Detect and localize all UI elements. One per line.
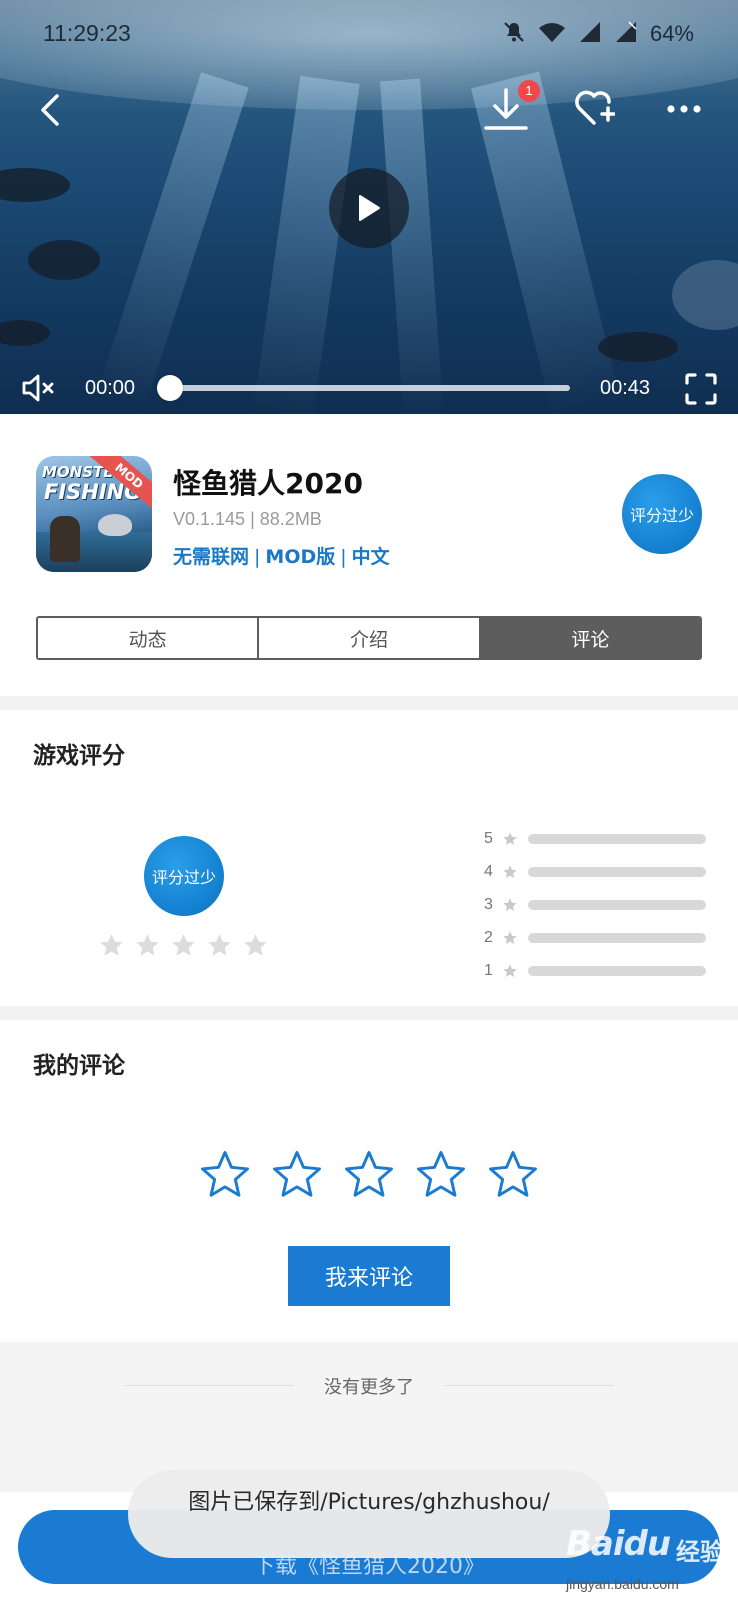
star-icon <box>134 932 161 963</box>
play-icon <box>359 195 380 221</box>
app-icon-fish <box>98 514 132 536</box>
rating-bar <box>527 965 706 976</box>
star-icon <box>242 932 269 963</box>
download-count-badge: 1 <box>518 80 540 102</box>
status-icons: 64% <box>502 20 694 48</box>
fullscreen-button[interactable] <box>682 370 720 408</box>
rate-star-icon[interactable] <box>198 1148 252 1206</box>
average-stars <box>98 932 269 963</box>
duration-time: 00:43 <box>600 377 651 399</box>
fish-shape <box>28 240 100 280</box>
rating-row-label: 3 <box>484 895 493 913</box>
tab-intro[interactable]: 介绍 <box>259 618 481 658</box>
write-comment-button[interactable]: 我来评论 <box>288 1246 450 1306</box>
tag-chinese: 中文 <box>351 546 390 568</box>
fish-shape <box>672 260 738 330</box>
star-icon <box>206 932 233 963</box>
baidu-watermark: Baidu 经验 jingyan.baidu.com <box>566 1524 736 1600</box>
progress-thumb[interactable] <box>157 375 183 401</box>
game-rating-title: 游戏评分 <box>33 743 125 769</box>
progress-bar[interactable] <box>157 375 570 401</box>
my-comment-title: 我的评论 <box>33 1053 125 1079</box>
no-more-text: 没有更多了 <box>324 1377 414 1398</box>
rating-row-5: 5 <box>484 822 706 855</box>
rate-star-icon[interactable] <box>414 1148 468 1206</box>
star-icon <box>502 963 518 979</box>
rating-row-label: 4 <box>484 862 493 880</box>
back-icon <box>41 94 59 126</box>
fish-shape <box>0 320 50 346</box>
mute-icon <box>22 374 54 402</box>
play-button[interactable] <box>329 168 409 248</box>
rating-bar <box>527 833 706 844</box>
rating-breakdown: 5 4 3 2 1 <box>484 822 706 987</box>
watermark-brand: Baidu <box>566 1524 671 1564</box>
rating-row-4: 4 <box>484 855 706 888</box>
more-button[interactable] <box>664 94 704 124</box>
app-meta: V0.1.145 | 88.2MB <box>173 509 322 530</box>
rating-row-2: 2 <box>484 921 706 954</box>
star-icon <box>502 831 518 847</box>
light-ray <box>96 72 249 412</box>
light-ray <box>252 75 360 414</box>
light-ray <box>380 78 444 414</box>
tag-mod: MOD版 <box>265 546 336 568</box>
rate-star-icon[interactable] <box>342 1148 396 1206</box>
wifi-icon <box>538 20 566 48</box>
app-size: 88.2MB <box>259 509 322 529</box>
video-player[interactable]: 11:29:23 64% 1 00:00 00:43 <box>0 0 738 414</box>
tab-comments[interactable]: 评论 <box>480 618 700 658</box>
rating-row-3: 3 <box>484 888 706 921</box>
rating-row-label: 2 <box>484 928 493 946</box>
signal-icon <box>614 20 638 48</box>
rating-bar <box>527 899 706 910</box>
star-icon <box>502 930 518 946</box>
game-score-badge: 评分过少 <box>144 836 224 916</box>
fish-shape <box>598 332 678 362</box>
signal-icon <box>578 20 602 48</box>
status-bar: 11:29:23 64% <box>0 0 738 66</box>
add-favorite-button[interactable] <box>572 86 616 130</box>
rating-bar <box>527 866 706 877</box>
rating-row-label: 1 <box>484 961 493 979</box>
favorite-add-icon <box>575 90 615 125</box>
toast-message: 图片已保存到/Pictures/ghzhushou/ <box>128 1470 610 1558</box>
app-tags: 无需联网 | MOD版 | 中文 <box>173 542 390 569</box>
star-icon <box>170 932 197 963</box>
my-rating-stars[interactable] <box>198 1148 540 1206</box>
current-time: 00:00 <box>85 377 136 399</box>
section-divider <box>0 696 738 710</box>
tag-separator: | <box>340 546 347 568</box>
meta-separator: | <box>250 509 255 529</box>
app-version: V0.1.145 <box>173 509 246 529</box>
rating-row-label: 5 <box>484 829 493 847</box>
more-icon <box>667 105 701 113</box>
fish-shape <box>0 168 70 202</box>
rating-bar <box>527 932 706 943</box>
rating-row-1: 1 <box>484 954 706 987</box>
tag-offline: 无需联网 <box>173 546 250 568</box>
section-divider <box>0 1006 738 1020</box>
star-icon <box>98 932 125 963</box>
app-icon: MONSTER FISHING MOD <box>36 456 152 572</box>
rate-star-icon[interactable] <box>486 1148 540 1206</box>
tab-dynamic[interactable]: 动态 <box>38 618 260 658</box>
tag-separator: | <box>254 546 261 568</box>
fullscreen-icon <box>685 373 717 405</box>
star-icon <box>502 864 518 880</box>
mute-button[interactable] <box>20 370 56 406</box>
rate-star-icon[interactable] <box>270 1148 324 1206</box>
toast-text: 图片已保存到/Pictures/ghzhushou/ <box>188 1490 550 1515</box>
star-icon <box>502 897 518 913</box>
watermark-brand-cn: 经验 <box>676 1538 724 1566</box>
app-icon-fisherman <box>50 516 80 562</box>
app-title: 怪鱼猎人2020 <box>173 467 363 500</box>
status-time: 11:29:23 <box>43 20 131 46</box>
score-badge: 评分过少 <box>622 474 702 554</box>
watermark-url: jingyan.baidu.com <box>566 1576 679 1592</box>
tab-bar: 动态 介绍 评论 <box>36 616 702 660</box>
back-button[interactable] <box>30 88 70 132</box>
battery-level: 64% <box>649 21 694 46</box>
bell-muted-icon <box>502 20 526 48</box>
